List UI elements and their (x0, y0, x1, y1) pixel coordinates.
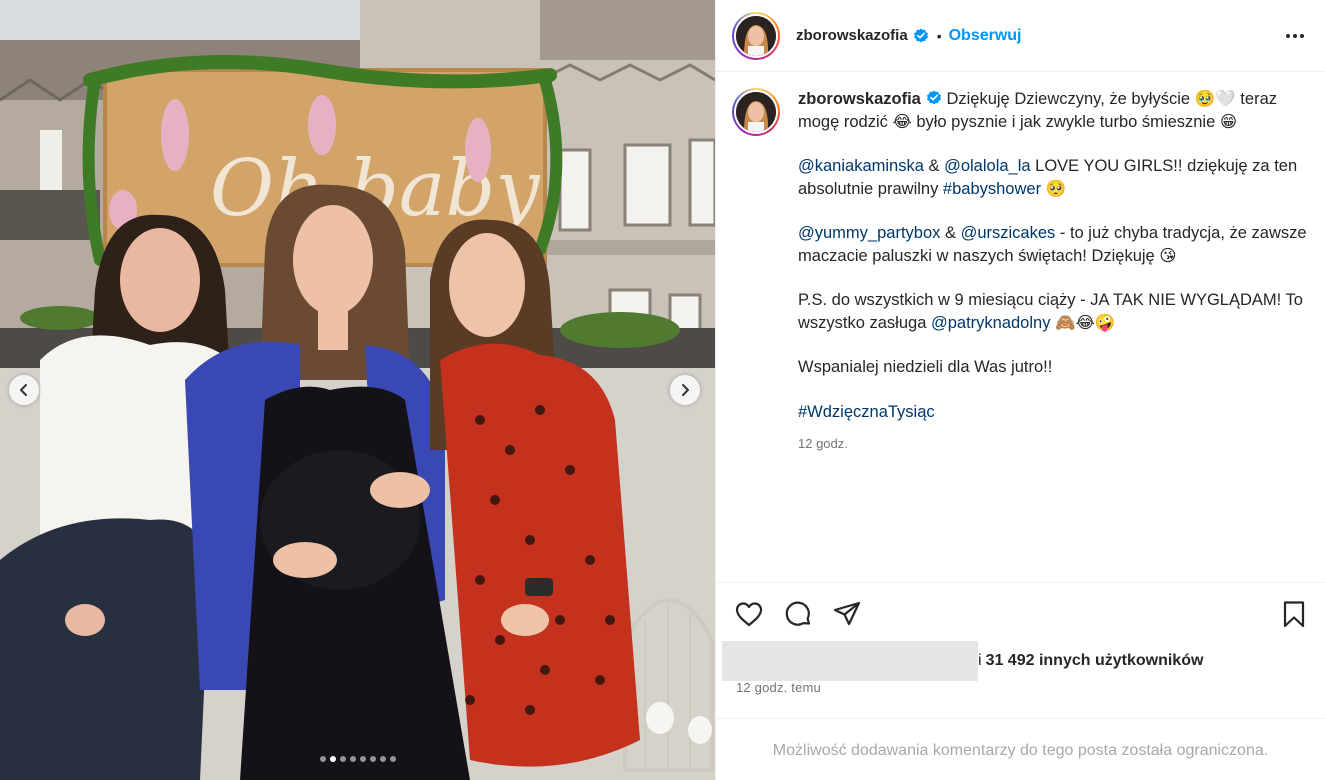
caption-paragraph-5: Wspanialej niedzieli dla Was jutro!! (798, 358, 1053, 376)
post-photo[interactable]: Oh baby (0, 0, 715, 780)
carousel-dot (359, 756, 366, 762)
hashtag-wdzieczna-tysiac[interactable]: #WdzięcznaTysiąc (798, 403, 935, 421)
carousel-dot (349, 756, 356, 762)
more-options-icon (1286, 34, 1304, 38)
carousel-dot (379, 756, 386, 762)
mention-patryknadolny[interactable]: @patryknadolny (931, 314, 1050, 332)
caption-avatar[interactable] (732, 88, 780, 136)
share-icon (833, 601, 861, 626)
comments-disabled-notice: Możliwość dodawania komentarzy do tego p… (716, 718, 1325, 780)
post-sidebar: zborowskazofia • Obserwuj zborowskazofia… (715, 0, 1325, 780)
comment-icon (785, 601, 811, 626)
post-header: zborowskazofia • Obserwuj (716, 0, 1325, 72)
avatar-image (736, 92, 776, 132)
caption-ampersand: & (923, 157, 945, 175)
carousel-dot (389, 756, 396, 762)
carousel-dot (369, 756, 376, 762)
avatar-image (736, 15, 776, 56)
caption-ampersand: & (940, 224, 961, 242)
save-button[interactable] (1279, 599, 1309, 629)
comment-button[interactable] (783, 599, 813, 629)
likes-separator: i (978, 652, 982, 669)
carousel-dot (329, 756, 336, 762)
more-options-button[interactable] (1283, 24, 1307, 48)
photo-scene: Oh baby (0, 0, 715, 780)
follow-button[interactable]: Obserwuj (949, 27, 1022, 45)
heart-icon (735, 602, 763, 627)
bookmark-icon (1283, 601, 1305, 628)
caption-username[interactable]: zborowskazofia (798, 90, 921, 108)
chevron-right-icon (682, 384, 689, 396)
caption-emoji: 🙈😂🤪 (1050, 313, 1116, 332)
header-username[interactable]: zborowskazofia (796, 27, 908, 44)
post-actions: i 31 492 innych użytkowników 12 godz. te… (716, 582, 1325, 780)
verified-badge-icon (926, 90, 941, 105)
caption-text: zborowskazofia Dziękuję Dziewczyny, że b… (798, 88, 1308, 456)
carousel-dot (339, 756, 346, 762)
chevron-left-icon (20, 384, 27, 396)
mention-yummy-partybox[interactable]: @yummy_partybox (798, 224, 940, 242)
carousel-dot (319, 756, 326, 762)
mention-kaniakaminska[interactable]: @kaniakaminska (798, 157, 924, 175)
likes-summary[interactable]: i 31 492 innych użytkowników (722, 641, 1203, 681)
verified-badge-icon (913, 28, 928, 42)
hashtag-babyshower[interactable]: #babyshower (943, 180, 1041, 198)
likes-count[interactable]: 31 492 innych użytkowników (986, 652, 1204, 670)
like-button[interactable] (734, 599, 764, 629)
caption-time[interactable]: 12 godz. (798, 433, 1308, 456)
caption-emoji: 🥺 (1041, 179, 1067, 198)
mention-urszicakes[interactable]: @urszicakes (961, 224, 1056, 242)
share-button[interactable] (832, 599, 862, 629)
carousel-indicator (0, 756, 715, 762)
carousel-next-button[interactable] (670, 375, 700, 405)
header-separator: • (936, 27, 942, 44)
carousel-prev-button[interactable] (9, 375, 39, 405)
likes-blurred-region (722, 641, 978, 681)
post-timestamp[interactable]: 12 godz. temu (736, 680, 821, 695)
avatar[interactable] (732, 11, 780, 60)
caption-section: zborowskazofia Dziękuję Dziewczyny, że b… (732, 88, 1309, 456)
mention-olalola-la[interactable]: @olalola_la (944, 157, 1030, 175)
